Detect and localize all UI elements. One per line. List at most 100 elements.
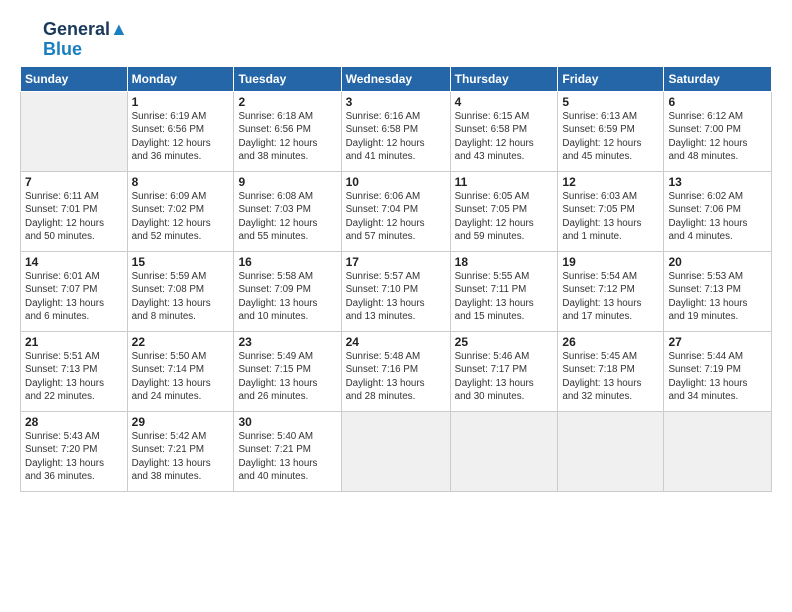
calendar-header-friday: Friday: [558, 66, 664, 91]
day-number: 10: [346, 175, 446, 189]
calendar-cell: 23Sunrise: 5:49 AMSunset: 7:15 PMDayligh…: [234, 331, 341, 411]
calendar-header-saturday: Saturday: [664, 66, 772, 91]
day-number: 30: [238, 415, 336, 429]
day-info: Sunrise: 6:15 AMSunset: 6:58 PMDaylight:…: [455, 110, 554, 164]
calendar-cell: 19Sunrise: 5:54 AMSunset: 7:12 PMDayligh…: [558, 251, 664, 331]
day-info: Sunrise: 5:58 AMSunset: 7:09 PMDaylight:…: [238, 270, 336, 324]
calendar-cell: 26Sunrise: 5:45 AMSunset: 7:18 PMDayligh…: [558, 331, 664, 411]
day-number: 16: [238, 255, 336, 269]
day-info: Sunrise: 5:51 AMSunset: 7:13 PMDaylight:…: [25, 350, 123, 404]
calendar-cell: 25Sunrise: 5:46 AMSunset: 7:17 PMDayligh…: [450, 331, 558, 411]
day-number: 19: [562, 255, 659, 269]
day-info: Sunrise: 5:45 AMSunset: 7:18 PMDaylight:…: [562, 350, 659, 404]
day-info: Sunrise: 5:50 AMSunset: 7:14 PMDaylight:…: [132, 350, 230, 404]
calendar-header-row: SundayMondayTuesdayWednesdayThursdayFrid…: [21, 66, 772, 91]
day-info: Sunrise: 6:03 AMSunset: 7:05 PMDaylight:…: [562, 190, 659, 244]
day-number: 3: [346, 95, 446, 109]
day-info: Sunrise: 5:57 AMSunset: 7:10 PMDaylight:…: [346, 270, 446, 324]
day-info: Sunrise: 5:54 AMSunset: 7:12 PMDaylight:…: [562, 270, 659, 324]
day-info: Sunrise: 5:43 AMSunset: 7:20 PMDaylight:…: [25, 430, 123, 484]
day-number: 27: [668, 335, 767, 349]
calendar-cell: 20Sunrise: 5:53 AMSunset: 7:13 PMDayligh…: [664, 251, 772, 331]
day-number: 1: [132, 95, 230, 109]
day-number: 5: [562, 95, 659, 109]
day-info: Sunrise: 5:55 AMSunset: 7:11 PMDaylight:…: [455, 270, 554, 324]
day-number: 20: [668, 255, 767, 269]
calendar-cell: 3Sunrise: 6:16 AMSunset: 6:58 PMDaylight…: [341, 91, 450, 171]
day-info: Sunrise: 5:59 AMSunset: 7:08 PMDaylight:…: [132, 270, 230, 324]
day-number: 28: [25, 415, 123, 429]
calendar-cell: 1Sunrise: 6:19 AMSunset: 6:56 PMDaylight…: [127, 91, 234, 171]
calendar-week-3: 14Sunrise: 6:01 AMSunset: 7:07 PMDayligh…: [21, 251, 772, 331]
calendar-cell: 4Sunrise: 6:15 AMSunset: 6:58 PMDaylight…: [450, 91, 558, 171]
calendar-week-2: 7Sunrise: 6:11 AMSunset: 7:01 PMDaylight…: [21, 171, 772, 251]
calendar-cell: 22Sunrise: 5:50 AMSunset: 7:14 PMDayligh…: [127, 331, 234, 411]
day-number: 29: [132, 415, 230, 429]
day-info: Sunrise: 6:02 AMSunset: 7:06 PMDaylight:…: [668, 190, 767, 244]
header: General▲ Blue: [20, 16, 772, 60]
day-number: 4: [455, 95, 554, 109]
page: General▲ Blue SundayMondayTuesdayWednesd…: [0, 0, 792, 502]
day-info: Sunrise: 6:05 AMSunset: 7:05 PMDaylight:…: [455, 190, 554, 244]
day-number: 7: [25, 175, 123, 189]
calendar-cell: 14Sunrise: 6:01 AMSunset: 7:07 PMDayligh…: [21, 251, 128, 331]
calendar-cell: [664, 411, 772, 491]
day-info: Sunrise: 6:06 AMSunset: 7:04 PMDaylight:…: [346, 190, 446, 244]
calendar-header-tuesday: Tuesday: [234, 66, 341, 91]
day-info: Sunrise: 6:11 AMSunset: 7:01 PMDaylight:…: [25, 190, 123, 244]
calendar-cell: 9Sunrise: 6:08 AMSunset: 7:03 PMDaylight…: [234, 171, 341, 251]
calendar-cell: 24Sunrise: 5:48 AMSunset: 7:16 PMDayligh…: [341, 331, 450, 411]
calendar-cell: 13Sunrise: 6:02 AMSunset: 7:06 PMDayligh…: [664, 171, 772, 251]
calendar-cell: 27Sunrise: 5:44 AMSunset: 7:19 PMDayligh…: [664, 331, 772, 411]
day-info: Sunrise: 6:16 AMSunset: 6:58 PMDaylight:…: [346, 110, 446, 164]
day-info: Sunrise: 5:40 AMSunset: 7:21 PMDaylight:…: [238, 430, 336, 484]
calendar-cell: 28Sunrise: 5:43 AMSunset: 7:20 PMDayligh…: [21, 411, 128, 491]
calendar-cell: 2Sunrise: 6:18 AMSunset: 6:56 PMDaylight…: [234, 91, 341, 171]
calendar-cell: 6Sunrise: 6:12 AMSunset: 7:00 PMDaylight…: [664, 91, 772, 171]
day-number: 15: [132, 255, 230, 269]
day-number: 21: [25, 335, 123, 349]
calendar-header-sunday: Sunday: [21, 66, 128, 91]
day-number: 18: [455, 255, 554, 269]
logo-text: General▲ Blue: [43, 20, 128, 60]
calendar-week-4: 21Sunrise: 5:51 AMSunset: 7:13 PMDayligh…: [21, 331, 772, 411]
day-number: 25: [455, 335, 554, 349]
day-info: Sunrise: 6:12 AMSunset: 7:00 PMDaylight:…: [668, 110, 767, 164]
calendar-cell: 5Sunrise: 6:13 AMSunset: 6:59 PMDaylight…: [558, 91, 664, 171]
day-number: 12: [562, 175, 659, 189]
calendar-cell: [341, 411, 450, 491]
day-info: Sunrise: 5:42 AMSunset: 7:21 PMDaylight:…: [132, 430, 230, 484]
day-info: Sunrise: 5:49 AMSunset: 7:15 PMDaylight:…: [238, 350, 336, 404]
day-number: 6: [668, 95, 767, 109]
calendar-week-5: 28Sunrise: 5:43 AMSunset: 7:20 PMDayligh…: [21, 411, 772, 491]
day-info: Sunrise: 6:13 AMSunset: 6:59 PMDaylight:…: [562, 110, 659, 164]
calendar-week-1: 1Sunrise: 6:19 AMSunset: 6:56 PMDaylight…: [21, 91, 772, 171]
calendar: SundayMondayTuesdayWednesdayThursdayFrid…: [20, 66, 772, 492]
calendar-cell: [21, 91, 128, 171]
day-number: 11: [455, 175, 554, 189]
calendar-cell: 30Sunrise: 5:40 AMSunset: 7:21 PMDayligh…: [234, 411, 341, 491]
day-info: Sunrise: 5:53 AMSunset: 7:13 PMDaylight:…: [668, 270, 767, 324]
calendar-header-wednesday: Wednesday: [341, 66, 450, 91]
day-number: 8: [132, 175, 230, 189]
day-number: 13: [668, 175, 767, 189]
day-info: Sunrise: 6:09 AMSunset: 7:02 PMDaylight:…: [132, 190, 230, 244]
calendar-cell: 16Sunrise: 5:58 AMSunset: 7:09 PMDayligh…: [234, 251, 341, 331]
day-info: Sunrise: 5:48 AMSunset: 7:16 PMDaylight:…: [346, 350, 446, 404]
calendar-cell: 15Sunrise: 5:59 AMSunset: 7:08 PMDayligh…: [127, 251, 234, 331]
day-info: Sunrise: 6:19 AMSunset: 6:56 PMDaylight:…: [132, 110, 230, 164]
calendar-header-thursday: Thursday: [450, 66, 558, 91]
calendar-cell: 12Sunrise: 6:03 AMSunset: 7:05 PMDayligh…: [558, 171, 664, 251]
calendar-cell: [450, 411, 558, 491]
calendar-header-monday: Monday: [127, 66, 234, 91]
day-info: Sunrise: 6:01 AMSunset: 7:07 PMDaylight:…: [25, 270, 123, 324]
calendar-cell: [558, 411, 664, 491]
day-number: 9: [238, 175, 336, 189]
day-info: Sunrise: 5:44 AMSunset: 7:19 PMDaylight:…: [668, 350, 767, 404]
calendar-cell: 8Sunrise: 6:09 AMSunset: 7:02 PMDaylight…: [127, 171, 234, 251]
calendar-cell: 29Sunrise: 5:42 AMSunset: 7:21 PMDayligh…: [127, 411, 234, 491]
day-info: Sunrise: 5:46 AMSunset: 7:17 PMDaylight:…: [455, 350, 554, 404]
calendar-cell: 10Sunrise: 6:06 AMSunset: 7:04 PMDayligh…: [341, 171, 450, 251]
calendar-cell: 11Sunrise: 6:05 AMSunset: 7:05 PMDayligh…: [450, 171, 558, 251]
logo: General▲ Blue: [20, 20, 128, 60]
